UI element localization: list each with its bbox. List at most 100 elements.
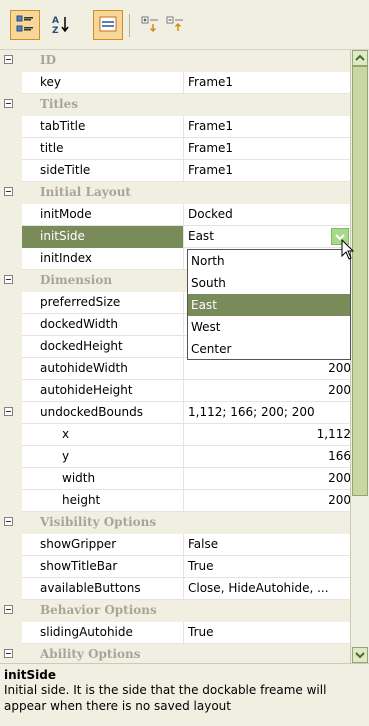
- property-row-initside[interactable]: initSide East: [0, 226, 350, 248]
- collapse-icon[interactable]: [4, 517, 13, 526]
- property-value[interactable]: Close, HideAutohide, ...: [184, 578, 350, 600]
- property-name: showTitleBar: [22, 556, 184, 578]
- alphabetical-button[interactable]: A Z: [46, 10, 76, 40]
- property-value[interactable]: 166: [184, 446, 350, 468]
- property-name: availableButtons: [22, 578, 184, 600]
- dropdown-option-south[interactable]: South: [188, 272, 350, 294]
- scroll-up-button[interactable]: [352, 50, 368, 66]
- category-label: Titles: [40, 97, 78, 111]
- property-row-showtitlebar[interactable]: showTitleBar True: [0, 556, 350, 578]
- collapse-icon[interactable]: [4, 605, 13, 614]
- collapse-icon[interactable]: [4, 99, 13, 108]
- property-value[interactable]: True: [184, 622, 350, 644]
- expand-all-icon: [141, 15, 159, 36]
- property-value[interactable]: 200: [184, 468, 350, 490]
- property-name: preferredSize: [22, 292, 184, 314]
- collapse-icon[interactable]: [4, 187, 13, 196]
- category-id[interactable]: ID: [0, 50, 350, 72]
- dropdown-option-center[interactable]: Center: [188, 338, 350, 360]
- category-label: Behavior Options: [40, 603, 157, 617]
- property-value-combo[interactable]: East: [184, 226, 350, 248]
- property-value[interactable]: 200: [184, 358, 350, 380]
- scroll-down-button[interactable]: [352, 647, 368, 663]
- chevron-up-icon: [355, 54, 365, 61]
- property-row-title[interactable]: title Frame1: [0, 138, 350, 160]
- category-label: Visibility Options: [40, 515, 157, 529]
- category-initial-layout[interactable]: Initial Layout: [0, 182, 350, 204]
- property-value[interactable]: Frame1: [184, 160, 350, 182]
- property-name: dockedHeight: [22, 336, 184, 358]
- vertical-scrollbar[interactable]: [351, 50, 369, 663]
- property-name: key: [22, 72, 184, 94]
- property-name: showGripper: [22, 534, 184, 556]
- property-name: initIndex: [22, 248, 184, 270]
- property-name: autohideHeight: [22, 380, 184, 402]
- property-name: autohideWidth: [22, 358, 184, 380]
- property-value[interactable]: 200: [184, 380, 350, 402]
- description-title: initSide: [4, 668, 56, 682]
- property-name: title: [22, 138, 184, 160]
- property-name: tabTitle: [22, 116, 184, 138]
- svg-text:Z: Z: [52, 26, 59, 34]
- toolbar: A Z: [0, 0, 369, 50]
- property-value[interactable]: Docked: [184, 204, 350, 226]
- property-row-availablebuttons[interactable]: availableButtons Close, HideAutohide, ..…: [0, 578, 350, 600]
- property-value[interactable]: Frame1: [184, 138, 350, 160]
- svg-text:A: A: [52, 16, 59, 26]
- dropdown-option-west[interactable]: West: [188, 316, 350, 338]
- chevron-down-icon: [355, 652, 365, 659]
- dropdown-option-east[interactable]: East: [188, 294, 350, 316]
- property-name: dockedWidth: [22, 314, 184, 336]
- property-row-autohideheight[interactable]: autohideHeight 200: [0, 380, 350, 402]
- scroll-thumb[interactable]: [352, 66, 368, 496]
- collapse-icon[interactable]: [4, 649, 13, 658]
- property-value[interactable]: False: [184, 534, 350, 556]
- property-name: width: [22, 468, 184, 490]
- collapse-icon[interactable]: [4, 275, 13, 284]
- property-value[interactable]: Frame1: [184, 116, 350, 138]
- property-row-slidingautohide[interactable]: slidingAutohide True: [0, 622, 350, 644]
- collapse-all-icon: [166, 15, 184, 36]
- property-name: slidingAutohide: [22, 622, 184, 644]
- category-label: Initial Layout: [40, 185, 131, 199]
- initside-dropdown-list: North South East West Center: [187, 249, 351, 360]
- category-label: ID: [40, 53, 57, 67]
- property-row-sidetitle[interactable]: sideTitle Frame1: [0, 160, 350, 182]
- property-name: initSide: [22, 226, 184, 248]
- property-row-showgripper[interactable]: showGripper False: [0, 534, 350, 556]
- property-name: height: [22, 490, 184, 512]
- property-value[interactable]: 1,112: [184, 424, 350, 446]
- property-value[interactable]: 1,112; 166; 200; 200: [184, 402, 350, 424]
- dropdown-option-north[interactable]: North: [188, 250, 350, 272]
- category-titles[interactable]: Titles: [0, 94, 350, 116]
- property-value[interactable]: Frame1: [184, 72, 350, 94]
- property-name: sideTitle: [22, 160, 184, 182]
- property-name: initMode: [22, 204, 184, 226]
- property-pages-button[interactable]: [93, 10, 123, 40]
- mouse-cursor-icon: [341, 238, 355, 264]
- property-row-undockedbounds[interactable]: undockedBounds 1,112; 166; 200; 200: [0, 402, 350, 424]
- property-row-width[interactable]: width 200: [0, 468, 350, 490]
- property-row-autohidewidth[interactable]: autohideWidth 200: [0, 358, 350, 380]
- category-label: Ability Options: [40, 647, 141, 661]
- property-row-y[interactable]: y 166: [0, 446, 350, 468]
- collapse-icon[interactable]: [4, 55, 13, 64]
- property-name: x: [22, 424, 184, 446]
- description-panel: initSide Initial side. It is the side th…: [0, 663, 369, 726]
- category-behavior-options[interactable]: Behavior Options: [0, 600, 350, 622]
- property-pages-icon: [99, 16, 117, 35]
- category-visibility-options[interactable]: Visibility Options: [0, 512, 350, 534]
- property-row-key[interactable]: key Frame1: [0, 72, 350, 94]
- categorized-button[interactable]: [10, 10, 40, 40]
- property-row-tabtitle[interactable]: tabTitle Frame1: [0, 116, 350, 138]
- collapse-icon[interactable]: [4, 407, 13, 416]
- property-value[interactable]: True: [184, 556, 350, 578]
- category-ability-options[interactable]: Ability Options: [0, 644, 350, 663]
- property-row-x[interactable]: x 1,112: [0, 424, 350, 446]
- collapse-all-button[interactable]: [160, 10, 190, 40]
- property-row-height[interactable]: height 200: [0, 490, 350, 512]
- property-value[interactable]: 200: [184, 490, 350, 512]
- alphabetical-sort-icon: A Z: [51, 14, 71, 37]
- toolbar-separator: [129, 14, 130, 37]
- property-row-initmode[interactable]: initMode Docked: [0, 204, 350, 226]
